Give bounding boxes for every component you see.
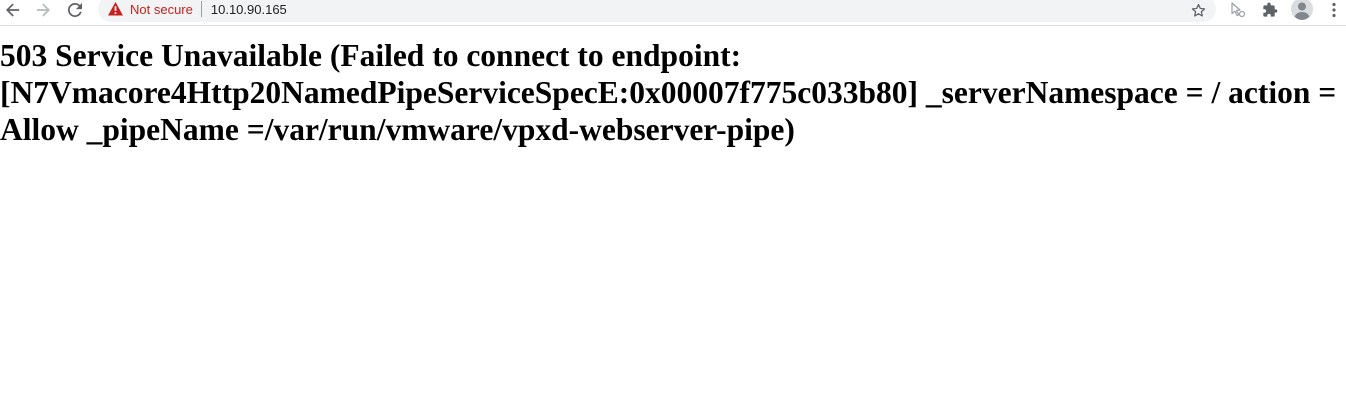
url-text[interactable]: 10.10.90.165 xyxy=(211,2,287,17)
star-icon xyxy=(1191,3,1205,17)
arrow-right-icon xyxy=(36,3,50,17)
kebab-menu-icon xyxy=(1332,2,1336,18)
forward-button[interactable] xyxy=(32,0,54,20)
browser-menu-button[interactable] xyxy=(1326,0,1342,20)
avatar-icon xyxy=(1291,0,1313,20)
reload-button[interactable] xyxy=(64,0,86,20)
puzzle-icon xyxy=(1263,2,1278,17)
browser-toolbar: Not secure 10.10.90.165 xyxy=(0,0,1346,26)
page-content: 503 Service Unavailable (Failed to conne… xyxy=(0,26,1346,148)
bookmark-button[interactable] xyxy=(1188,0,1208,20)
security-indicator[interactable]: Not secure xyxy=(108,1,202,17)
not-secure-label: Not secure xyxy=(130,1,193,17)
back-button[interactable] xyxy=(2,0,24,20)
reload-icon xyxy=(68,3,82,17)
error-heading: 503 Service Unavailable (Failed to conne… xyxy=(0,38,1337,147)
profile-avatar[interactable] xyxy=(1291,0,1313,20)
address-bar[interactable]: Not secure 10.10.90.165 xyxy=(98,0,1216,22)
arrow-left-icon xyxy=(6,3,20,17)
cursor-extension-icon xyxy=(1231,2,1246,18)
warning-triangle-icon xyxy=(108,2,123,16)
extensions-button[interactable] xyxy=(1259,0,1281,20)
extension-button[interactable] xyxy=(1227,0,1249,20)
